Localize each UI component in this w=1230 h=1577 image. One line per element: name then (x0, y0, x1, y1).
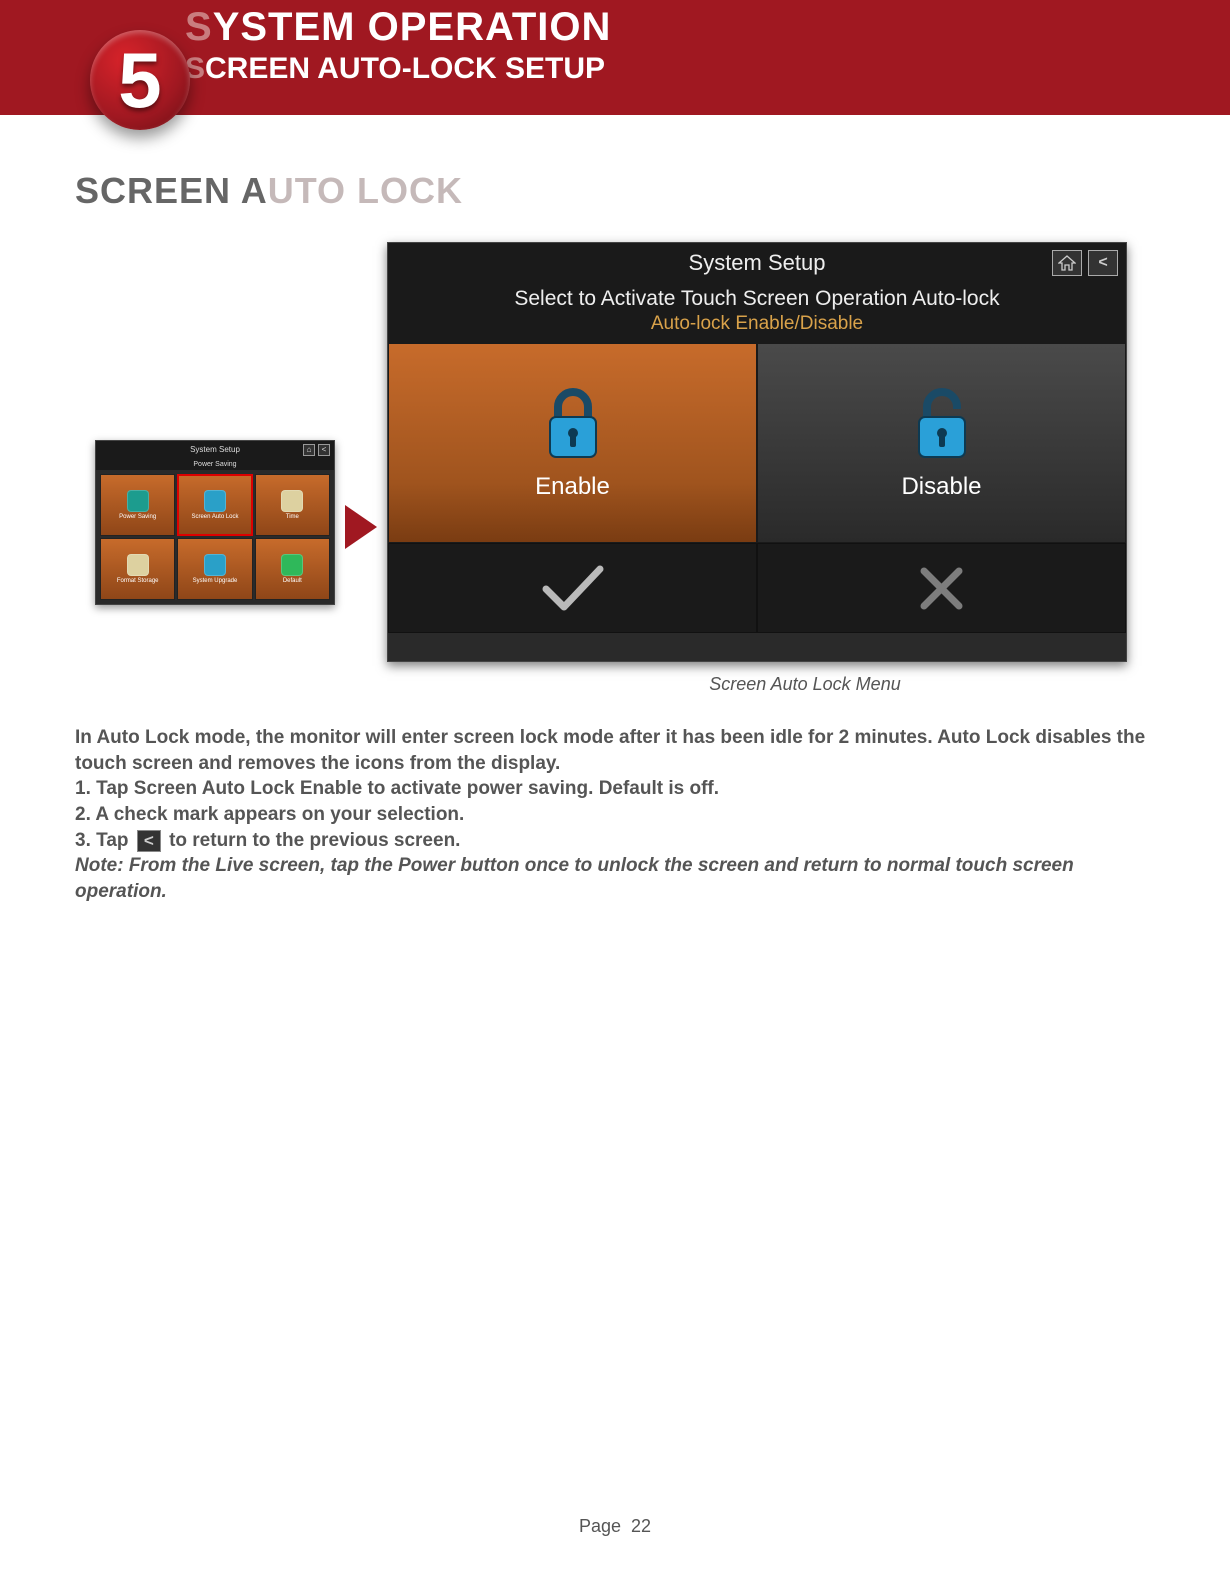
grid-cell-time: Time (255, 474, 330, 536)
intro-paragraph: In Auto Lock mode, the monitor will ente… (75, 725, 1155, 776)
step-3: 3. Tap < to return to the previous scree… (75, 828, 1155, 854)
enable-label: Enable (535, 473, 610, 501)
big-screen-title: System Setup (689, 250, 826, 276)
x-icon (914, 561, 969, 616)
auto-lock-menu-screenshot: System Setup < Select to Activate Touch … (387, 242, 1127, 662)
header-title: SYSTEM OPERATION (185, 5, 1230, 50)
padlock-closed-icon (538, 385, 608, 465)
header-title-text: YSTEM OPERATION (213, 5, 612, 49)
figure-caption: Screen Auto Lock Menu (455, 674, 1155, 695)
system-setup-thumbnail: System Setup ⌂ < Power Saving Power Savi… (95, 440, 335, 605)
check-icon (538, 561, 608, 616)
step-2: 2. A check mark appears on your selectio… (75, 802, 1155, 828)
back-icon-inline: < (137, 830, 161, 852)
cell-label: Format Storage (117, 578, 159, 584)
enable-option[interactable]: Enable (388, 343, 757, 543)
figure-row: System Setup ⌂ < Power Saving Power Savi… (95, 242, 1155, 662)
big-screen-options: Enable Disable (388, 343, 1126, 661)
step-1: 1. Tap Screen Auto Lock Enable to activa… (75, 776, 1155, 802)
big-screen-subtitle2: Auto-lock Enable/Disable (388, 313, 1126, 343)
big-screen-subtitle: Select to Activate Touch Screen Operatio… (388, 283, 1126, 313)
page-title-rest: UTO LOCK (268, 170, 463, 211)
cell-label: System Upgrade (193, 578, 238, 584)
step-3-suffix: to return to the previous screen. (169, 830, 460, 851)
home-icon: ⌂ (303, 444, 315, 456)
step-3-prefix: 3. Tap (75, 830, 129, 851)
disable-option[interactable]: Disable (757, 343, 1126, 543)
small-screen-grid: Power Saving Screen Auto Lock Time Forma… (96, 470, 334, 604)
home-icon[interactable] (1052, 250, 1082, 276)
small-screen-subtitle: Power Saving (96, 459, 334, 470)
small-screen-title: System Setup (190, 445, 240, 454)
body-text: In Auto Lock mode, the monitor will ente… (75, 725, 1155, 904)
cancel-x[interactable] (757, 543, 1126, 633)
page-label: Page (579, 1516, 621, 1536)
padlock-open-icon (907, 385, 977, 465)
big-screen-titlebar: System Setup < (388, 243, 1126, 283)
cell-label: Default (283, 578, 302, 584)
grid-cell-format-storage: Format Storage (100, 538, 175, 600)
page-number: 22 (631, 1516, 651, 1536)
grid-cell-screen-auto-lock: Screen Auto Lock (177, 474, 252, 536)
confirm-check[interactable] (388, 543, 757, 633)
page-title-main: SCREEN A (75, 170, 268, 211)
page-footer: Page 22 (0, 1516, 1230, 1537)
header-subtitle-text: CREEN AUTO-LOCK SETUP (205, 52, 605, 85)
cell-label: Time (286, 514, 299, 520)
cell-label: Screen Auto Lock (191, 514, 238, 520)
note-paragraph: Note: From the Live screen, tap the Powe… (75, 853, 1155, 904)
grid-cell-system-upgrade: System Upgrade (177, 538, 252, 600)
header-title-prefix: S (185, 5, 213, 49)
chapter-header: 5 SYSTEM OPERATION SCREEN AUTO-LOCK SETU… (0, 0, 1230, 115)
chapter-number-badge: 5 (90, 30, 190, 130)
grid-cell-power-saving: Power Saving (100, 474, 175, 536)
grid-cell-default: Default (255, 538, 330, 600)
cell-label: Power Saving (119, 514, 156, 520)
page-content: SCREEN AUTO LOCK System Setup ⌂ < Power … (0, 115, 1230, 904)
arrow-right-icon (345, 505, 377, 549)
disable-label: Disable (901, 473, 981, 501)
small-screen-titlebar: System Setup ⌂ < (96, 441, 334, 459)
header-subtitle: SCREEN AUTO-LOCK SETUP (185, 52, 1230, 86)
page-title: SCREEN AUTO LOCK (75, 170, 1155, 212)
back-icon[interactable]: < (1088, 250, 1118, 276)
back-icon: < (318, 444, 330, 456)
